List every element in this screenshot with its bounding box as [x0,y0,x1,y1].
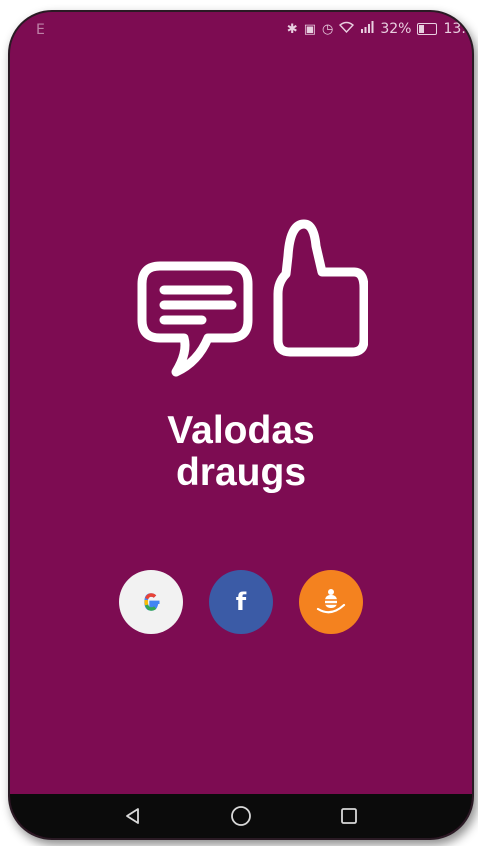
google-login-button[interactable] [119,570,183,634]
app-title-line2: draugs [175,451,307,494]
signal-icon [360,21,374,37]
alarm-icon: ◷ [322,21,334,37]
thumbs-up-icon [273,219,368,357]
wifi-icon [339,21,355,37]
recents-icon [341,808,357,824]
app-title-line1: Valodas [167,409,315,452]
status-left-text: E [36,22,45,38]
bluetooth-icon: ✱ [286,21,298,37]
battery-percent: 32% [380,21,412,37]
facebook-login-button[interactable]: f [209,570,273,634]
chat-bubble-icon [137,261,253,377]
status-icons: ✱ ▣ ◷ 32% 13: [287,21,466,37]
facebook-icon: f [235,588,247,616]
app-logo [137,219,368,377]
home-icon [231,806,251,826]
back-icon [126,808,139,824]
status-time: 13: [443,21,466,37]
navigation-bar [10,794,472,838]
app-title: Valodas draugs [10,410,472,494]
recents-button[interactable] [334,801,364,831]
phone-screen: E ✱ ▣ ◷ 32% 13: Valodas draugs f [8,10,474,840]
battery-icon [417,23,438,35]
status-bar: E ✱ ▣ ◷ 32% 13: [10,12,472,46]
bee-icon [316,589,346,614]
google-icon [144,593,160,611]
back-button[interactable] [118,801,148,831]
nfc-icon: ▣ [303,21,316,37]
login-options: f [10,570,472,636]
other-login-button[interactable] [299,570,363,634]
home-button[interactable] [226,801,256,831]
